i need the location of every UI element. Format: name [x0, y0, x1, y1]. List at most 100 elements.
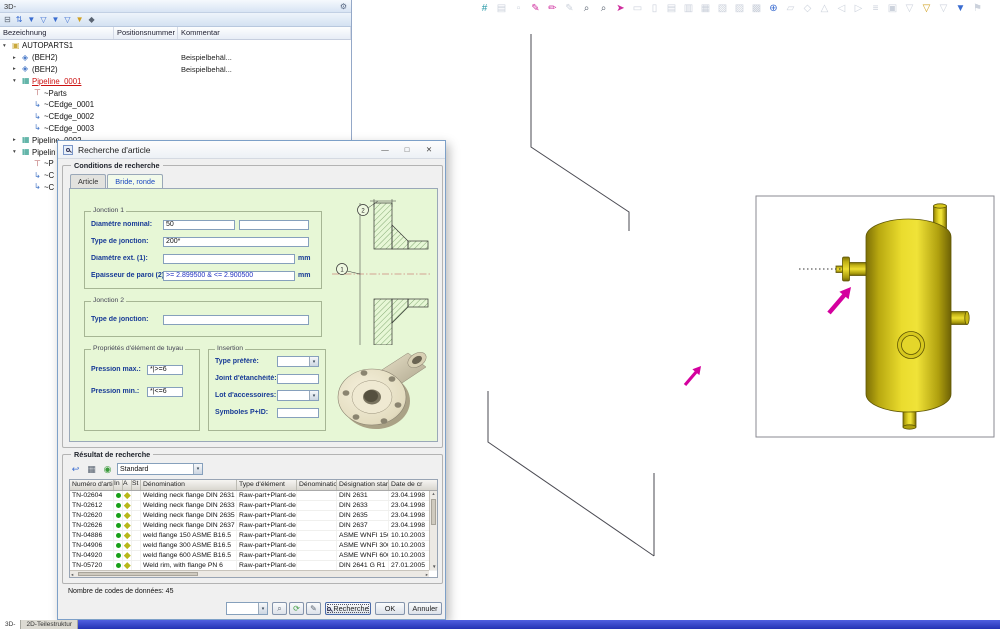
toolbar-icon[interactable]: ◁ [833, 1, 850, 17]
toolbar-icon[interactable]: ⌕ [595, 1, 612, 17]
minimize-button[interactable]: — [374, 142, 396, 157]
diametre-ext-input[interactable] [163, 254, 295, 264]
toolbar-icon[interactable]: ▽ [935, 1, 952, 17]
search-button[interactable]: Recherche [325, 602, 371, 615]
tree-caret-icon[interactable]: ▾ [13, 149, 22, 155]
toolbar-icon[interactable]: ▣ [884, 1, 901, 17]
tree-caret-icon[interactable]: ▸ [13, 66, 22, 72]
tree-row[interactable]: ▾ ▦ Pipeline_0001 [0, 75, 351, 87]
panel-toolbar-icon[interactable]: ▼ [51, 16, 59, 24]
toolbar-icon[interactable]: ▥ [680, 1, 697, 17]
toolbar-icon[interactable]: ▯ [646, 1, 663, 17]
results-toolbar-icon[interactable]: ↩ [69, 463, 82, 475]
tree-row[interactable]: ▾ ▣ AUTOPARTS1 [0, 40, 351, 52]
tree-caret-icon[interactable]: ▾ [13, 78, 22, 84]
condition-tab[interactable]: Article [70, 174, 106, 188]
type-jonction-input[interactable]: 200* [163, 237, 309, 247]
joint-input[interactable] [277, 374, 319, 384]
column-kommentar[interactable]: Kommentar [178, 27, 351, 39]
panel-toolbar-icon[interactable]: ◆ [88, 16, 94, 24]
col-type-element[interactable]: Type d'élément [237, 480, 297, 490]
result-row[interactable]: TN-02612 Welding neck flange DIN 2633 Ra… [70, 501, 437, 511]
tree-row[interactable]: ↳ ~CEdge_0003 [0, 123, 351, 135]
close-button[interactable]: ✕ [418, 142, 440, 157]
toolbar-icon[interactable]: ▨ [731, 1, 748, 17]
results-horizontal-scrollbar[interactable]: ◂▸ [70, 570, 429, 577]
toolbar-icon[interactable]: ⚑ [969, 1, 986, 17]
toolbar-icon[interactable]: ⌕ [578, 1, 595, 17]
column-bezeichnung[interactable]: Bezeichnung [0, 27, 114, 39]
toolbar-icon[interactable]: ⊕ [765, 1, 782, 17]
diametre-nominal-input2[interactable] [239, 220, 309, 230]
refresh-button[interactable]: ⟳ [289, 602, 304, 615]
dialog-title-bar[interactable]: Recherche d'article — □ ✕ [58, 141, 445, 159]
result-row[interactable]: TN-04886 weld flange 150 ASME B16.5 Raw-… [70, 531, 437, 541]
tree-row[interactable]: ↳ ~CEdge_0002 [0, 111, 351, 123]
epaisseur-input[interactable]: >= 2.899500 & <= 2.900500 [163, 271, 295, 281]
tree-caret-icon[interactable]: ▸ [13, 55, 22, 61]
pression-min-input[interactable]: *|<=6 [147, 387, 183, 397]
toolbar-icon[interactable]: ▧ [714, 1, 731, 17]
results-toolbar-icon[interactable]: ▦ [85, 463, 98, 475]
pression-max-input[interactable]: *|>=6 [147, 365, 183, 375]
bottom-tab[interactable]: 3D- [0, 620, 21, 629]
toolbar-icon[interactable]: ✎ [527, 1, 544, 17]
col-st[interactable]: St [132, 480, 141, 490]
ok-button[interactable]: OK [375, 602, 405, 615]
toolbar-icon[interactable]: ▽ [918, 1, 935, 17]
col-a[interactable]: A [123, 480, 132, 490]
condition-tab[interactable]: Bride, ronde [107, 174, 163, 188]
panel-caption-bar[interactable]: 3D- ⚙ [0, 0, 351, 13]
tree-caret-icon[interactable]: ▸ [13, 137, 22, 143]
toolbar-icon[interactable]: ▩ [748, 1, 765, 17]
cancel-button[interactable]: Annuler [408, 602, 442, 615]
col-denomination[interactable]: Dénomination [141, 480, 237, 490]
results-filter-select[interactable]: Standard▾ [117, 463, 203, 475]
toolbar-icon[interactable]: △ [816, 1, 833, 17]
gear-icon[interactable]: ⚙ [340, 2, 347, 11]
col-date[interactable]: Date de cr [389, 480, 425, 490]
toolbar-icon[interactable]: ▫ [510, 1, 527, 17]
symboles-pid-input[interactable] [277, 408, 319, 418]
toolbar-icon[interactable]: ✎ [561, 1, 578, 17]
lot-accessoires-select[interactable]: ▾ [277, 390, 319, 401]
panel-toolbar-icon[interactable]: ▼ [27, 16, 35, 24]
panel-toolbar-icon[interactable]: ⇅ [16, 16, 23, 24]
result-row[interactable]: TN-02620 Welding neck flange DIN 2635 Ra… [70, 511, 437, 521]
panel-toolbar-icon[interactable]: ▽ [40, 16, 46, 24]
panel-toolbar-icon[interactable]: ▼ [76, 16, 84, 24]
toolbar-icon[interactable]: ▷ [850, 1, 867, 17]
toolbar-icon[interactable]: ◇ [799, 1, 816, 17]
toolbar-icon[interactable]: ▦ [697, 1, 714, 17]
col-numero[interactable]: Numéro d'artic [70, 480, 114, 490]
table-search-button[interactable]: ⌕ [272, 602, 287, 615]
result-row[interactable]: TN-02604 Welding neck flange DIN 2631 Ra… [70, 491, 437, 501]
diametre-nominal-input[interactable]: 50 [163, 220, 235, 230]
panel-toolbar-icon[interactable]: ▽ [64, 16, 70, 24]
footer-select[interactable]: ▾ [226, 602, 268, 615]
panel-toolbar-icon[interactable]: ⊟ [4, 16, 11, 24]
bottom-tab[interactable]: 2D-Teilestruktur [21, 620, 78, 629]
toolbar-icon[interactable]: ▽ [901, 1, 918, 17]
toolbar-icon[interactable]: ▭ [629, 1, 646, 17]
col-in[interactable]: In [114, 480, 123, 490]
col-designation[interactable]: Désignation standa [337, 480, 389, 490]
tree-caret-icon[interactable]: ▾ [3, 43, 12, 49]
result-row[interactable]: TN-02626 Welding neck flange DIN 2637 Ra… [70, 521, 437, 531]
tree-row[interactable]: ↳ ~CEdge_0001 [0, 99, 351, 111]
result-row[interactable]: TN-04920 weld flange 600 ASME B16.5 Raw-… [70, 551, 437, 561]
toolbar-icon[interactable]: ▤ [663, 1, 680, 17]
type-jonction2-input[interactable] [163, 315, 309, 325]
column-positionsnummer[interactable]: Positionsnummer [114, 27, 178, 39]
edit-button[interactable]: ✎ [306, 602, 321, 615]
toolbar-icon[interactable]: ▼ [952, 1, 969, 17]
toolbar-icon[interactable]: ➤ [612, 1, 629, 17]
type-prefere-select[interactable]: ▾ [277, 356, 319, 367]
toolbar-icon[interactable]: ✏ [544, 1, 561, 17]
toolbar-icon[interactable]: ≡ [867, 1, 884, 17]
tree-row[interactable]: ⊤ ~Parts [0, 87, 351, 99]
result-row[interactable]: TN-04906 weld flange 300 ASME B16.5 Raw-… [70, 541, 437, 551]
toolbar-icon[interactable]: # [476, 1, 493, 17]
results-vertical-scrollbar[interactable]: ▲▼ [429, 491, 437, 570]
toolbar-icon[interactable]: ▤ [493, 1, 510, 17]
